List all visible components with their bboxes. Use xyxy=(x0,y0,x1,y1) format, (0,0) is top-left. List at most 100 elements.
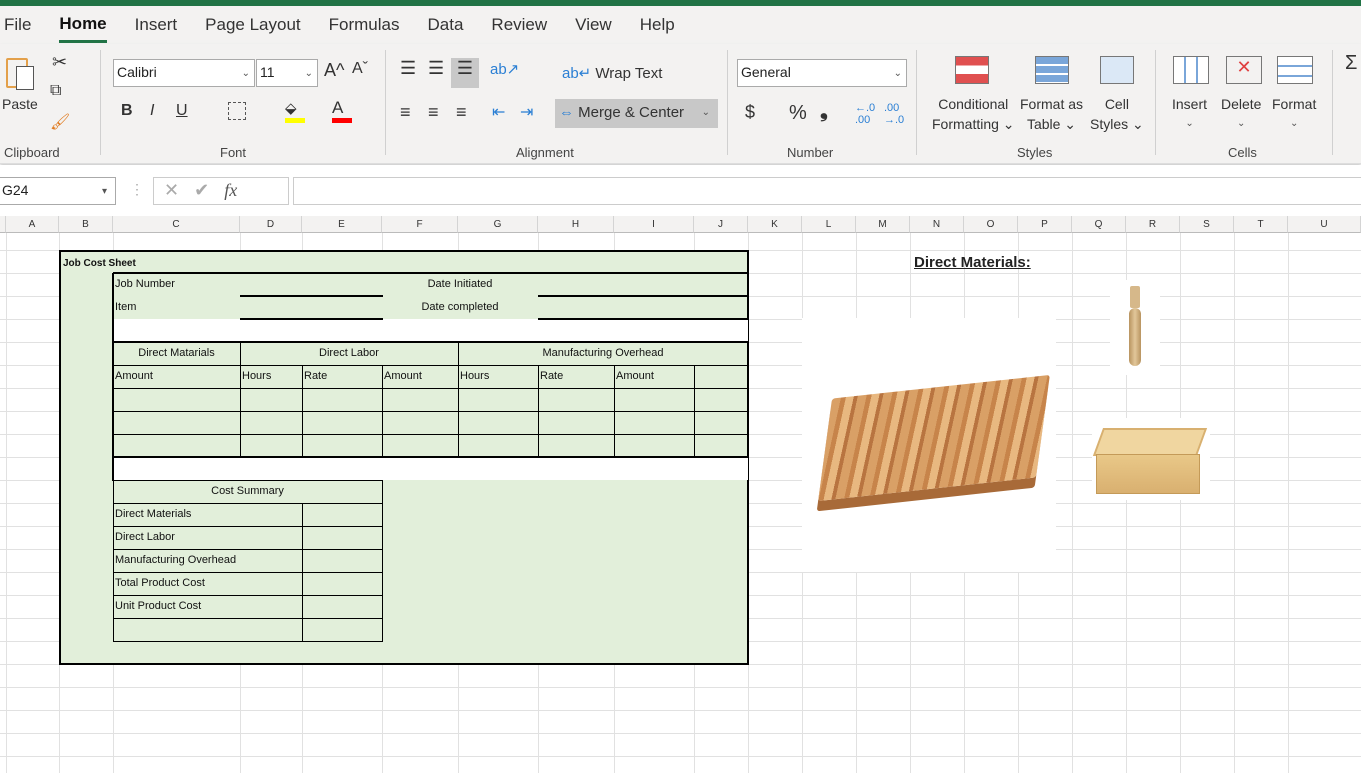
summary-row-label: Manufacturing Overhead xyxy=(115,554,237,566)
insert-cells-button[interactable]: Insert ⌄ xyxy=(1172,94,1207,134)
tab-page-layout[interactable]: Page Layout xyxy=(205,9,300,41)
tab-file[interactable]: File xyxy=(4,9,31,41)
column-header-S[interactable]: S xyxy=(1180,216,1234,233)
column-header-R[interactable]: R xyxy=(1126,216,1180,233)
paste-icon[interactable] xyxy=(4,54,40,94)
copy-icon[interactable]: ⧉ xyxy=(50,82,61,100)
border-line xyxy=(113,480,383,481)
enter-icon[interactable]: ✔ xyxy=(194,180,209,200)
top-align-icon[interactable]: ☰ xyxy=(400,58,416,79)
autosum-icon[interactable]: Σ xyxy=(1345,52,1357,75)
merge-center-button[interactable]: ⇔ Merge & Center ⌄ xyxy=(555,99,718,128)
decrease-decimal-icon[interactable]: .00 →.0 xyxy=(884,102,904,126)
column-header-B[interactable]: B xyxy=(59,216,113,233)
column-header-J[interactable]: J xyxy=(694,216,748,233)
tab-help[interactable]: Help xyxy=(640,9,675,41)
column-header-I[interactable]: I xyxy=(614,216,694,233)
column-header-C[interactable]: C xyxy=(113,216,240,233)
table-leg-image[interactable] xyxy=(1110,280,1160,375)
column-header-O[interactable]: O xyxy=(964,216,1018,233)
font-color-button[interactable]: A xyxy=(332,98,352,123)
currency-button[interactable]: $ xyxy=(745,102,755,123)
column-header-L[interactable]: L xyxy=(802,216,856,233)
align-center-icon[interactable]: ≡ xyxy=(428,102,439,123)
cutting-board-image[interactable] xyxy=(802,318,1056,572)
shrink-font-button[interactable]: Aˇ xyxy=(352,60,368,78)
tab-data[interactable]: Data xyxy=(428,9,464,41)
column-header-E[interactable]: E xyxy=(302,216,382,233)
bold-button[interactable]: B xyxy=(121,102,133,120)
percent-button[interactable]: % xyxy=(789,102,807,125)
wrap-text-button[interactable]: ab↵ Wrap Text xyxy=(562,64,662,82)
tab-insert[interactable]: Insert xyxy=(135,9,178,41)
subheader-amount: Amount xyxy=(115,370,153,382)
conditional-formatting-button[interactable]: Conditional Formatting ⌄ xyxy=(932,94,1015,134)
blank-row xyxy=(113,319,748,342)
increase-decimal-icon[interactable]: ←.0.00 xyxy=(855,102,875,126)
tab-home[interactable]: Home xyxy=(59,8,107,43)
align-left-icon[interactable]: ≡ xyxy=(400,102,411,123)
name-box[interactable]: G24 ▾ xyxy=(0,177,116,205)
middle-align-icon[interactable]: ☰ xyxy=(428,58,444,79)
increase-indent-icon[interactable]: ⇥ xyxy=(520,102,533,122)
insert-function-icon[interactable]: fx xyxy=(224,180,237,200)
column-header-A[interactable]: A xyxy=(6,216,59,233)
format-painter-icon[interactable]: 🖌 xyxy=(50,112,70,132)
fill-color-icon[interactable]: ⬙ xyxy=(285,99,305,123)
subheader-amount: Amount xyxy=(384,370,422,382)
border-line xyxy=(113,388,749,389)
cs-label: Cell xyxy=(1104,96,1129,112)
border-line xyxy=(458,342,459,458)
tab-view[interactable]: View xyxy=(575,9,612,41)
border-line xyxy=(747,342,749,458)
font-name-select[interactable]: Calibri ⌄ xyxy=(113,59,255,87)
manufacturing-overhead-header: Manufacturing Overhead xyxy=(542,347,664,359)
cell-styles-button[interactable]: Cell Styles ⌄ xyxy=(1090,94,1144,134)
delete-cells-button[interactable]: Delete ⌄ xyxy=(1221,94,1261,134)
border-line xyxy=(113,526,383,527)
direct-labor-header: Direct Labor xyxy=(319,347,379,359)
gridline xyxy=(0,687,1361,688)
cancel-icon[interactable]: ✕ xyxy=(164,180,179,200)
column-header-D[interactable]: D xyxy=(240,216,302,233)
direct-materials-heading: Direct Materials: xyxy=(914,254,1031,271)
borders-icon[interactable] xyxy=(228,102,246,120)
tab-review[interactable]: Review xyxy=(491,9,547,41)
border-line xyxy=(382,480,383,642)
column-header-N[interactable]: N xyxy=(910,216,964,233)
column-header-P[interactable]: P xyxy=(1018,216,1072,233)
italic-button[interactable]: I xyxy=(150,102,154,120)
border-line xyxy=(113,341,749,343)
number-format-select[interactable]: General ⌄ xyxy=(737,59,907,87)
column-header-G[interactable]: G xyxy=(458,216,538,233)
decrease-indent-icon[interactable]: ⇤ xyxy=(492,102,505,122)
column-header-U[interactable]: U xyxy=(1288,216,1361,233)
orientation-icon[interactable]: ab↗ xyxy=(490,60,519,78)
bottom-align-icon[interactable]: ☰ xyxy=(451,58,479,88)
formula-buttons: ✕ ✔ fx xyxy=(153,177,289,205)
drawer-box-image[interactable] xyxy=(1092,418,1210,500)
font-size-select[interactable]: 11 ⌄ xyxy=(256,59,318,87)
grow-font-button[interactable]: A^ xyxy=(324,60,344,81)
styles-group-label: Styles xyxy=(1017,145,1053,160)
format-as-table-button[interactable]: Format as Table ⌄ xyxy=(1020,94,1083,134)
ribbon-tabs: File Home Insert Page Layout Formulas Data Rev… xyxy=(0,6,1361,44)
underline-button[interactable]: U xyxy=(176,102,188,120)
column-header-M[interactable]: M xyxy=(856,216,910,233)
formula-input[interactable] xyxy=(293,177,1361,205)
delete-label: Delete xyxy=(1221,96,1262,112)
column-header-K[interactable]: K xyxy=(748,216,802,233)
cut-icon[interactable]: ✂ xyxy=(52,52,67,73)
paste-button[interactable]: Paste xyxy=(2,96,38,112)
comma-button[interactable]: ❟ xyxy=(820,100,828,123)
align-right-icon[interactable]: ≡ xyxy=(456,102,467,123)
column-header-F[interactable]: F xyxy=(382,216,458,233)
cf-label: Conditional xyxy=(938,96,1009,112)
border-line xyxy=(113,618,383,619)
column-header-H[interactable]: H xyxy=(538,216,614,233)
column-header-Q[interactable]: Q xyxy=(1072,216,1126,233)
format-cells-button[interactable]: Format ⌄ xyxy=(1272,94,1316,134)
tab-formulas[interactable]: Formulas xyxy=(329,9,400,41)
border-line xyxy=(614,365,615,458)
column-header-T[interactable]: T xyxy=(1234,216,1288,233)
